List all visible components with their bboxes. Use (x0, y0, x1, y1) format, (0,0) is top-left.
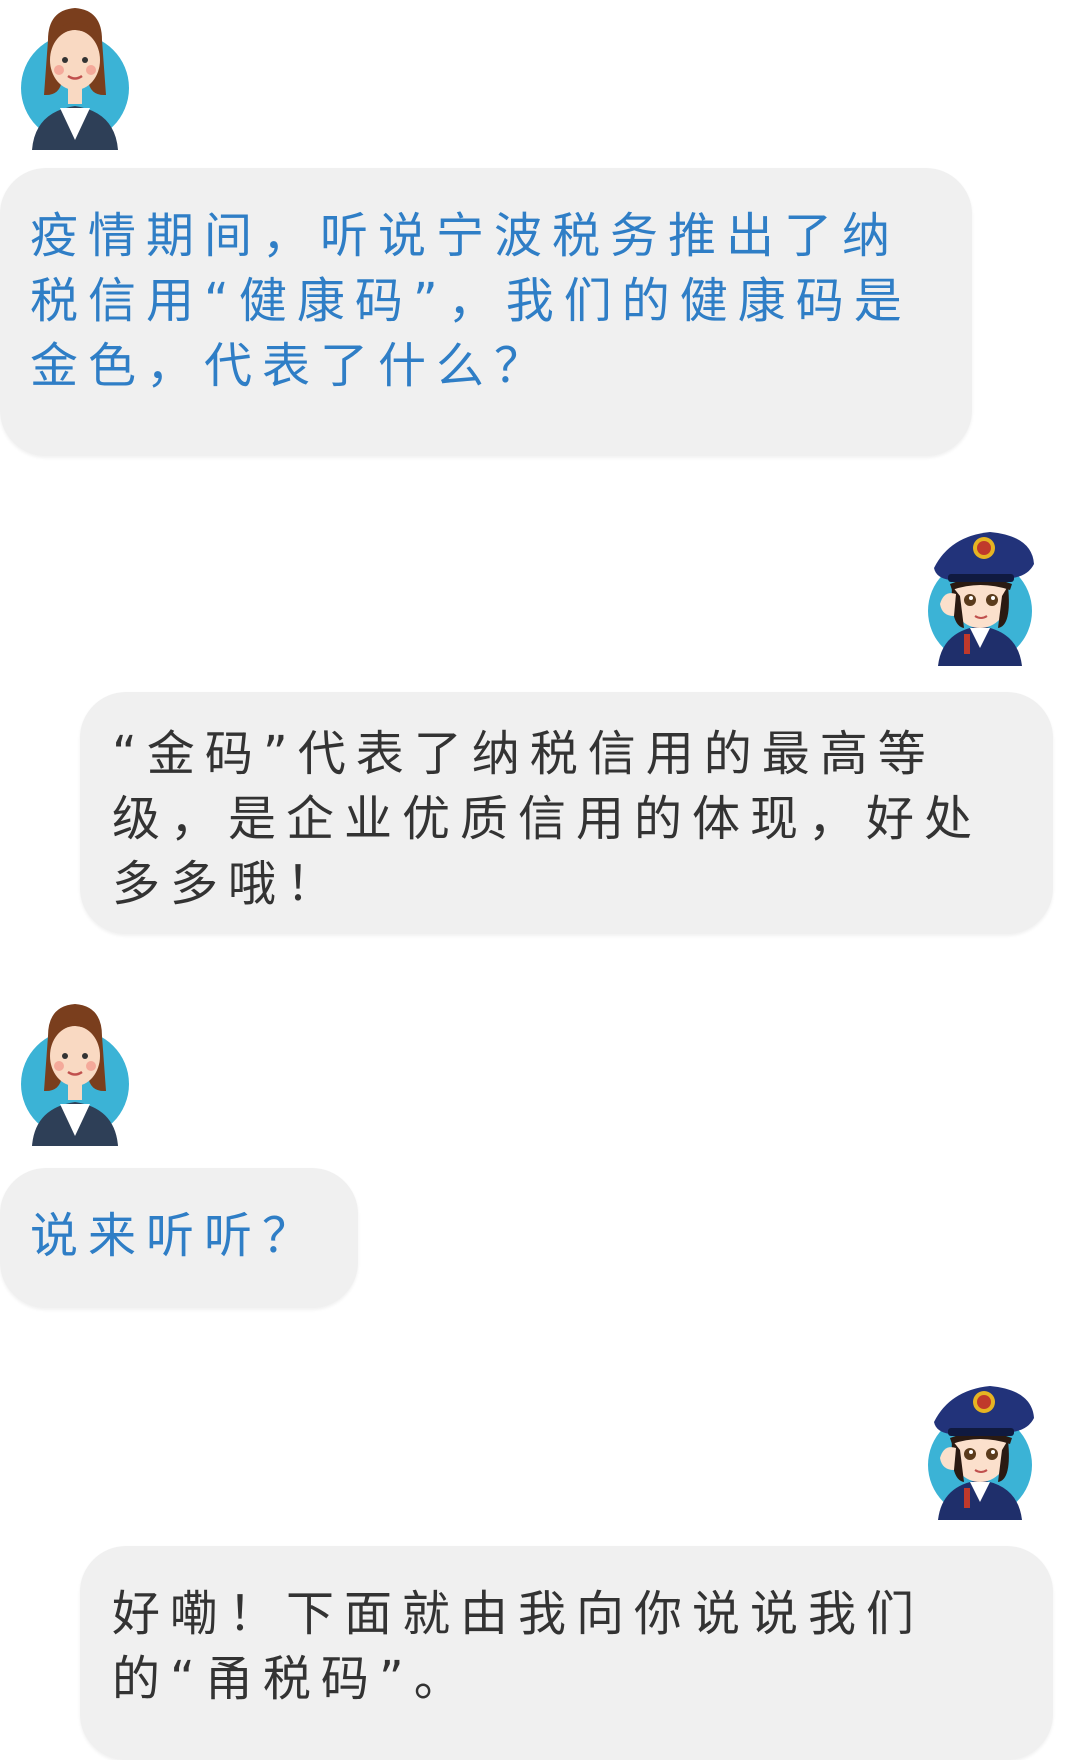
message-text: 好嘞！下面就由我向你说说我们的“甬税码”。 (112, 1586, 925, 1707)
businesswoman-avatar-icon (10, 996, 140, 1146)
businesswoman-avatar-icon (10, 0, 140, 150)
message-bubble-answer: “金码”代表了纳税信用的最高等级，是企业优质信用的体现，好处多多哦！ (80, 692, 1053, 934)
message-bubble-answer: 好嘞！下面就由我向你说说我们的“甬税码”。 (80, 1546, 1053, 1760)
tax-officer-avatar-icon (920, 1370, 1050, 1520)
message-bubble-question: 疫情期间，听说宁波税务推出了纳税信用“健康码”，我们的健康码是金色，代表了什么？ (0, 168, 972, 456)
message-text: 疫情期间，听说宁波税务推出了纳税信用“健康码”，我们的健康码是金色，代表了什么？ (30, 208, 912, 394)
message-text: 说来听听？ (30, 1208, 321, 1264)
message-text: “金码”代表了纳税信用的最高等级，是企业优质信用的体现，好处多多哦！ (112, 726, 983, 912)
message-bubble-question: 说来听听？ (0, 1168, 358, 1308)
tax-officer-avatar-icon (920, 516, 1050, 666)
